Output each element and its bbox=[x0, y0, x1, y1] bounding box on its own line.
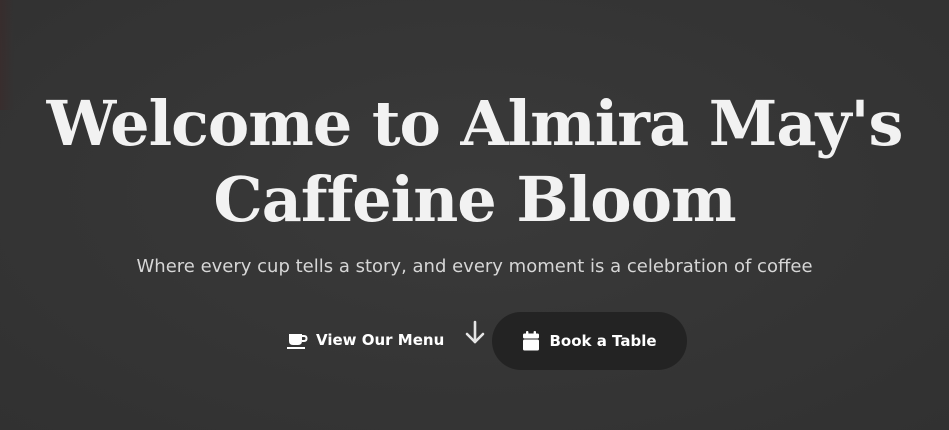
hero-section: Welcome to Almira May's Caffeine Bloom W… bbox=[0, 0, 949, 430]
coffee-cup-icon bbox=[286, 330, 308, 350]
hero-title: Welcome to Almira May's Caffeine Bloom bbox=[0, 86, 949, 238]
view-menu-label: View Our Menu bbox=[316, 331, 445, 349]
calendar-icon bbox=[522, 331, 540, 351]
book-table-button[interactable]: Book a Table bbox=[492, 312, 687, 370]
hero-title-line-1: Welcome to Almira May's bbox=[46, 87, 904, 160]
book-table-label: Book a Table bbox=[549, 332, 657, 350]
hero-title-line-2: Caffeine Bloom bbox=[213, 163, 736, 236]
view-menu-button[interactable]: View Our Menu bbox=[286, 322, 456, 358]
hero-subtitle: Where every cup tells a story, and every… bbox=[136, 256, 813, 277]
arrow-down-icon[interactable] bbox=[462, 318, 488, 348]
